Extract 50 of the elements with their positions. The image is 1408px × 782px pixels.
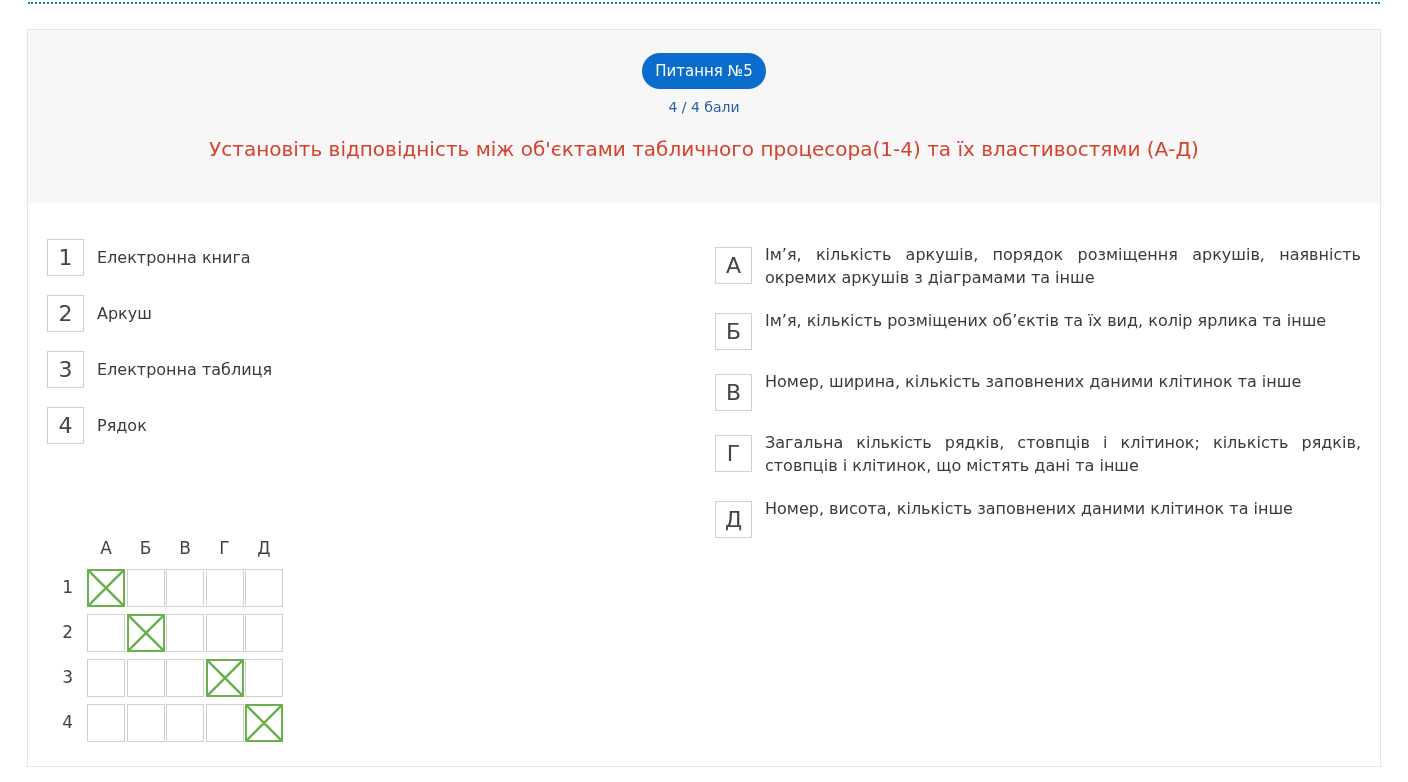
item-text: Аркуш <box>97 302 152 325</box>
item-text: Номер, ширина, кількість заповнених даними клітинок та інше <box>765 371 1302 393</box>
row-label: 3 <box>61 665 74 689</box>
answer-cell[interactable] <box>126 703 165 742</box>
item-text: Електронна книга <box>97 246 251 269</box>
answer-cell[interactable] <box>166 613 204 652</box>
row-label: 2 <box>61 620 74 644</box>
column-label: В <box>178 537 192 560</box>
checked-answer-cell[interactable] <box>245 703 283 742</box>
answer-cell[interactable] <box>87 613 125 652</box>
answer-cell[interactable] <box>245 658 283 697</box>
answer-cell[interactable] <box>166 568 204 607</box>
answer-cell[interactable] <box>245 613 283 652</box>
item-key: Г <box>715 435 752 472</box>
question-text: Установіть відповідність між об'єктами табличного процесора(1-4) та їх властивостями (А-Д) <box>209 136 1199 163</box>
item-key: Д <box>715 501 752 538</box>
item-text: Електронна таблиця <box>97 358 273 381</box>
answer-cell[interactable] <box>166 703 204 742</box>
item-key: Б <box>715 313 752 350</box>
item-key: 1 <box>47 239 84 276</box>
answer-cell[interactable] <box>245 568 283 607</box>
checked-answer-cell[interactable] <box>205 658 244 697</box>
column-label: Г <box>218 537 231 560</box>
checked-answer-cell[interactable] <box>87 568 125 607</box>
item-key: А <box>715 247 752 284</box>
item-key: 2 <box>47 295 84 332</box>
item-key: 4 <box>47 407 84 444</box>
answer-cell[interactable] <box>126 658 165 697</box>
score-text: 4 / 4 бали <box>668 98 740 117</box>
column-label: А <box>99 537 113 560</box>
answer-cell[interactable] <box>205 568 244 607</box>
item-text: Загальна кількість рядків, стовпців і клітинок; кількість рядків, стовпців і клітинок, що містять дані та інше <box>765 432 1361 477</box>
answer-cell[interactable] <box>126 568 165 607</box>
answer-cell[interactable] <box>166 658 204 697</box>
answer-cell[interactable] <box>205 613 244 652</box>
column-label: Д <box>256 537 272 560</box>
item-text: Ім’я, кількість розміщених об’єктів та їх вид, колір ярлика та інше <box>765 310 1327 332</box>
row-label: 4 <box>61 710 74 734</box>
question-number-badge: Питання №5 <box>642 53 766 89</box>
item-text: Номер, висота, кількість заповнених даними клітинок та інше <box>765 498 1293 520</box>
answer-cell[interactable] <box>87 658 125 697</box>
answer-cell[interactable] <box>205 703 244 742</box>
item-key: 3 <box>47 351 84 388</box>
answer-cell[interactable] <box>87 703 125 742</box>
column-label: Б <box>138 537 153 560</box>
item-text: Рядок <box>97 414 147 437</box>
item-text: Ім’я, кількість аркушів, порядок розміщення аркушів, наявність окремих аркушів з діаграмами та інше <box>765 244 1361 289</box>
item-key: В <box>715 374 752 411</box>
row-label: 1 <box>61 575 74 599</box>
checked-answer-cell[interactable] <box>126 613 165 652</box>
